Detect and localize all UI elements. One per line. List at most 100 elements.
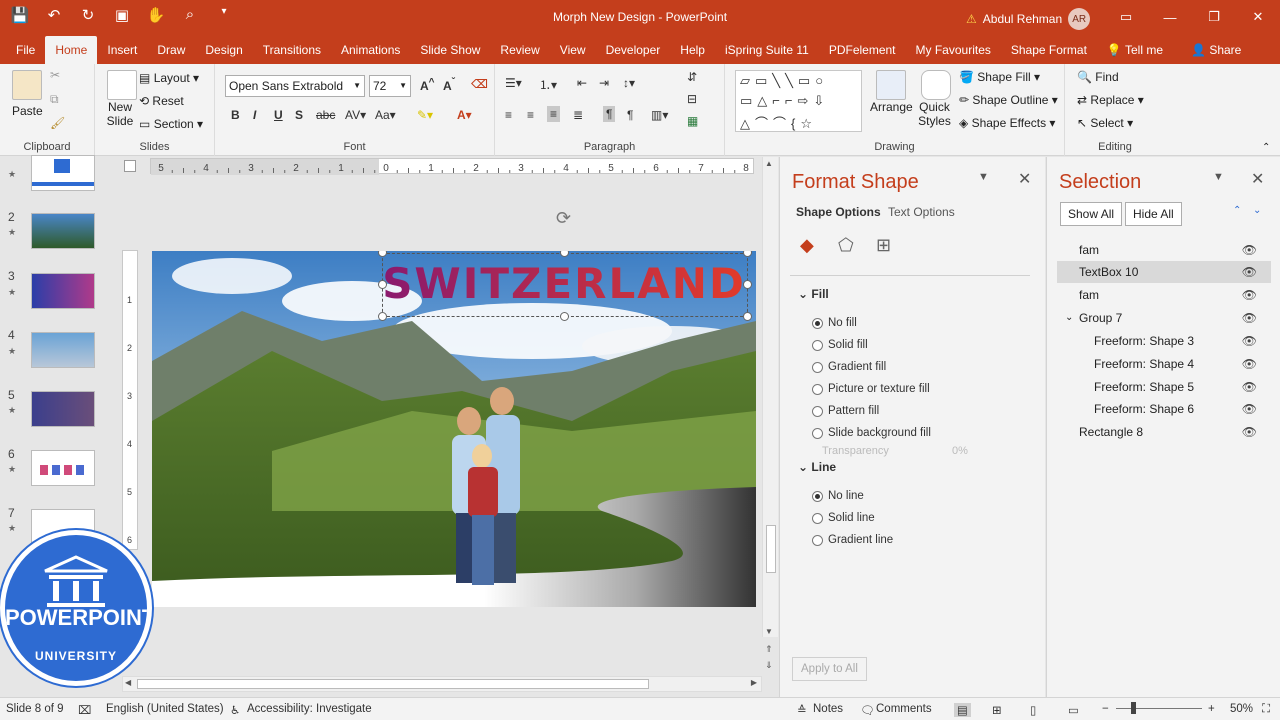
tab-draw[interactable]: Draw: [147, 36, 195, 64]
fit-slide-icon[interactable]: ⛶: [1262, 703, 1270, 716]
minimize-icon[interactable]: —: [1148, 0, 1192, 34]
shape-fill-button[interactable]: 🪣 Shape Fill ▾: [959, 70, 1040, 84]
maximize-icon[interactable]: ❐: [1192, 0, 1236, 34]
replace-button[interactable]: ⇄ Replace ▾: [1077, 93, 1144, 107]
textbox-selection[interactable]: [382, 253, 748, 317]
shrink-font-icon[interactable]: Aˇ: [443, 77, 455, 93]
list-item[interactable]: ⌄ Group 7 👁: [1057, 307, 1271, 329]
radio-gradient-line[interactable]: Gradient line: [812, 534, 893, 546]
tab-insert[interactable]: Insert: [97, 36, 147, 64]
resize-handle-r[interactable]: [743, 280, 752, 289]
fill-line-icon[interactable]: ◆: [800, 235, 814, 256]
horizontal-scrollbar[interactable]: ◀ ▶: [122, 676, 762, 692]
radio-solid-fill[interactable]: Solid fill: [812, 339, 868, 351]
justify-icon[interactable]: ≣: [573, 108, 583, 122]
horizontal-ruler[interactable]: 5 4 3 2 1 0 1 2 3 4 5 6 7 8: [150, 158, 754, 175]
slide-canvas[interactable]: SWITZERLAND: [152, 251, 756, 607]
slide-thumb-2[interactable]: [31, 213, 95, 249]
list-item[interactable]: Freeform: Shape 6 👁: [1057, 398, 1271, 420]
hide-all-button[interactable]: Hide All: [1125, 202, 1182, 226]
italic-icon[interactable]: I: [253, 108, 256, 122]
radio-no-line[interactable]: No line: [812, 490, 864, 502]
format-pane-close-icon[interactable]: ✕: [1018, 169, 1031, 189]
reading-view-icon[interactable]: ▯: [1030, 703, 1036, 717]
avatar[interactable]: AR: [1068, 8, 1091, 30]
tab-developer[interactable]: Developer: [596, 36, 671, 64]
normal-view-icon[interactable]: ▤: [954, 703, 971, 717]
selection-options-icon[interactable]: ▼: [1213, 171, 1224, 183]
tab-ispring[interactable]: iSpring Suite 11: [715, 36, 819, 64]
scroll-right-icon[interactable]: ▶: [751, 678, 757, 687]
new-slide-button[interactable]: New Slide: [103, 70, 137, 128]
tab-slide-show[interactable]: Slide Show: [410, 36, 490, 64]
font-family-combo[interactable]: Open Sans Extrabold ▼: [225, 75, 365, 97]
paste-button[interactable]: Paste: [12, 70, 43, 118]
eye-icon[interactable]: 👁: [1242, 284, 1257, 306]
list-item[interactable]: fam 👁: [1057, 284, 1271, 306]
list-item[interactable]: fam 👁: [1057, 239, 1271, 261]
next-slide-icon[interactable]: ⇓: [765, 660, 773, 671]
character-spacing-icon[interactable]: AV▾: [345, 108, 366, 122]
scroll-down-icon[interactable]: ▼: [765, 627, 773, 636]
zoom-slider[interactable]: [1116, 708, 1202, 709]
bullets-icon[interactable]: ☰▾: [505, 76, 522, 90]
selection-pane-close-icon[interactable]: ✕: [1251, 169, 1264, 189]
vertical-scrollbar[interactable]: ▲ ▼: [762, 157, 778, 637]
collapse-ribbon-icon[interactable]: ⌃: [1262, 142, 1270, 153]
align-center-icon[interactable]: ≡: [527, 108, 534, 122]
tab-text-options[interactable]: Text Options: [888, 205, 955, 219]
share-button[interactable]: 👤 Share: [1181, 36, 1251, 64]
ribbon-display-icon[interactable]: ▭: [1104, 0, 1148, 34]
font-size-combo[interactable]: 72 ▼: [369, 75, 411, 97]
slideshow-view-icon[interactable]: ▭: [1068, 703, 1079, 717]
arrange-button[interactable]: Arrange: [870, 70, 913, 114]
comments-button[interactable]: Comments: [876, 703, 932, 715]
eye-icon[interactable]: 👁: [1242, 261, 1257, 283]
select-button[interactable]: ↖ Select ▾: [1077, 116, 1133, 130]
slide-sorter-icon[interactable]: ⊞: [992, 703, 1002, 717]
tell-me-search[interactable]: 💡 Tell me: [1097, 36, 1173, 64]
tab-design[interactable]: Design: [195, 36, 252, 64]
smartart-icon[interactable]: ▦: [687, 114, 698, 128]
tab-transitions[interactable]: Transitions: [253, 36, 331, 64]
shape-effects-button[interactable]: ◈ Shape Effects ▾: [959, 116, 1055, 130]
shapes-gallery[interactable]: ▱▭╲╲▭○ ▭△⌐⌐⇨⇩ △⌒⌒{☆: [735, 70, 862, 132]
slide-thumb-5[interactable]: [31, 391, 95, 427]
tab-shape-options[interactable]: Shape Options: [796, 205, 881, 219]
bring-forward-icon[interactable]: ⌃: [1233, 205, 1241, 216]
eye-icon[interactable]: 👁: [1242, 239, 1257, 261]
tab-shape-format[interactable]: Shape Format: [1001, 36, 1097, 64]
bold-icon[interactable]: B: [231, 108, 240, 122]
radio-picture-fill[interactable]: Picture or texture fill: [812, 383, 930, 395]
strikethrough-icon[interactable]: abc: [316, 108, 335, 122]
tab-review[interactable]: Review: [490, 36, 549, 64]
list-item[interactable]: TextBox 10 👁: [1057, 261, 1271, 283]
format-painter-icon[interactable]: 🖌: [50, 116, 65, 130]
resize-handle-l[interactable]: [378, 280, 387, 289]
resize-handle-b[interactable]: [560, 312, 569, 321]
grow-font-icon[interactable]: A^: [420, 77, 435, 93]
hscroll-thumb[interactable]: [137, 679, 649, 689]
underline-icon[interactable]: U: [274, 108, 283, 122]
increase-indent-icon[interactable]: ⇥: [599, 76, 609, 90]
tab-help[interactable]: Help: [670, 36, 715, 64]
change-case-icon[interactable]: Aa▾: [375, 108, 396, 122]
radio-solid-line[interactable]: Solid line: [812, 512, 875, 524]
line-spacing-icon[interactable]: ↕▾: [623, 76, 635, 90]
tab-my-favourites[interactable]: My Favourites: [906, 36, 1001, 64]
scroll-left-icon[interactable]: ◀: [125, 678, 131, 687]
radio-pattern-fill[interactable]: Pattern fill: [812, 405, 879, 417]
align-left-icon[interactable]: ≡: [505, 108, 512, 122]
ltr-icon[interactable]: ¶: [603, 106, 616, 122]
eye-icon[interactable]: 👁: [1242, 398, 1257, 420]
radio-no-fill[interactable]: No fill: [812, 317, 857, 329]
find-button[interactable]: 🔍 Find: [1077, 70, 1119, 84]
highlight-icon[interactable]: ✎▾: [417, 108, 433, 122]
layout-button[interactable]: ▤ Layout ▾: [139, 71, 199, 85]
pane-options-icon[interactable]: ▼: [978, 171, 989, 183]
effects-tab-icon[interactable]: ⬠: [838, 235, 854, 256]
zoom-slider-thumb[interactable]: [1131, 702, 1136, 714]
notes-button[interactable]: Notes: [813, 703, 843, 715]
prev-slide-icon[interactable]: ⇑: [765, 644, 773, 655]
rtl-icon[interactable]: ¶: [627, 108, 633, 122]
